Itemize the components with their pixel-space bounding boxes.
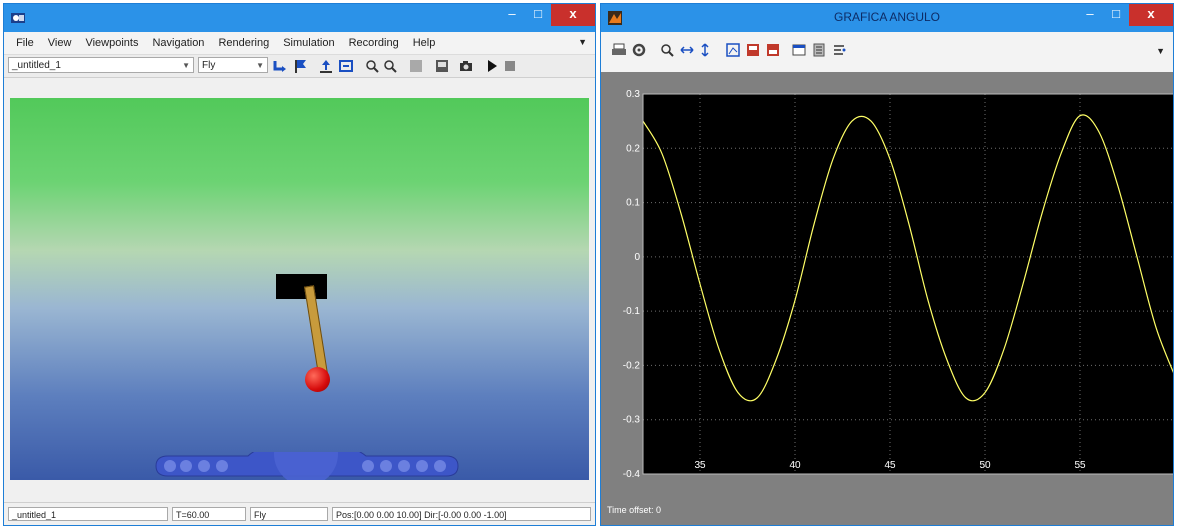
x-tick-label: 35: [694, 460, 706, 471]
status-time: T=60.00: [172, 507, 246, 521]
scope-toolbar: ▼: [601, 32, 1173, 72]
nav-mode-value: Fly: [202, 60, 216, 71]
menu-navigation[interactable]: Navigation: [145, 32, 211, 54]
y-tick-label: 0.2: [626, 143, 640, 154]
y-tick-label: -0.4: [623, 469, 641, 480]
vr-3d-viewport[interactable]: [10, 98, 589, 480]
y-tick-label: 0.1: [626, 198, 640, 209]
menu-view[interactable]: View: [41, 32, 79, 54]
x-tick-label: 40: [789, 460, 801, 471]
toolbar-overflow-icon[interactable]: ▼: [1156, 46, 1165, 56]
menu-simulation[interactable]: Simulation: [276, 32, 341, 54]
plot-background: [643, 94, 1173, 474]
pendulum-rod: [304, 285, 329, 380]
vr-app-icon: [11, 13, 25, 23]
save-frame-icon[interactable]: [434, 58, 450, 74]
zoom-out-icon[interactable]: [382, 58, 398, 74]
time-offset-label: Time offset:: [607, 505, 654, 515]
scope-body: 35 40 45 50 55 0.3 0.2 0.1 0 -0.1 -0.2 -0.3 -0.4 Tim…: [601, 72, 1173, 525]
navigation-panel[interactable]: [146, 452, 466, 480]
pendulum-pivot: [276, 274, 327, 299]
camera-icon[interactable]: [458, 58, 474, 74]
status-mode: Fly: [250, 507, 328, 521]
zoom-in-icon[interactable]: [364, 58, 380, 74]
status-position: Pos:[0.00 0.00 10.00] Dir:[-0.00 0.00 -1…: [332, 507, 591, 521]
minimize-button[interactable]: –: [499, 4, 525, 26]
maximize-button[interactable]: □: [1103, 4, 1129, 26]
zoom-y-icon[interactable]: [697, 42, 713, 58]
save-axes-settings-icon[interactable]: [745, 42, 761, 58]
menu-help[interactable]: Help: [406, 32, 443, 54]
vr-menu-bar: File View Viewpoints Navigation Rendering Sim…: [4, 32, 595, 55]
time-offset-readout: Time offset: 0: [607, 505, 661, 515]
scope-window: GRAFICA ANGULO – □ x ▼ 35 40 45 50 55 0.3 0.2 0…: [600, 3, 1174, 526]
vr-title-bar: – □ x: [4, 4, 595, 32]
world-combo-value: _untitled_1: [12, 60, 61, 71]
status-world: _untitled_1: [8, 507, 168, 521]
menu-file[interactable]: File: [9, 32, 41, 54]
y-tick-label: 0.3: [626, 89, 640, 100]
world-combo[interactable]: _untitled_1 ▼: [8, 57, 194, 73]
chevron-down-icon: ▼: [256, 61, 264, 70]
legend-icon[interactable]: [831, 42, 847, 58]
y-tick-label: 0: [634, 252, 640, 263]
headlight-icon[interactable]: [408, 58, 424, 74]
floating-scope-icon[interactable]: [791, 42, 807, 58]
y-tick-label: -0.3: [623, 415, 641, 426]
y-tick-label: -0.1: [623, 306, 641, 317]
x-tick-label: 50: [979, 460, 991, 471]
close-button[interactable]: x: [551, 4, 595, 26]
signal-selection-icon[interactable]: [811, 42, 827, 58]
chevron-down-icon: ▼: [182, 61, 190, 70]
scope-title-bar: GRAFICA ANGULO – □ x: [601, 4, 1173, 32]
stop-icon[interactable]: [502, 58, 518, 74]
return-viewpoint-icon[interactable]: [338, 58, 354, 74]
x-tick-label: 45: [884, 460, 896, 471]
menu-overflow-icon[interactable]: ▼: [578, 37, 587, 47]
close-button[interactable]: x: [1129, 4, 1173, 26]
undo-move-icon[interactable]: [272, 58, 288, 74]
minimize-button[interactable]: –: [1077, 4, 1103, 26]
menu-rendering[interactable]: Rendering: [211, 32, 276, 54]
play-icon[interactable]: [484, 58, 500, 74]
x-tick-label: 55: [1074, 460, 1086, 471]
straighten-up-icon[interactable]: [318, 58, 334, 74]
parameters-gear-icon[interactable]: [631, 42, 647, 58]
restore-axes-settings-icon[interactable]: [765, 42, 781, 58]
scope-plot[interactable]: 35 40 45 50 55 0.3 0.2 0.1 0 -0.1 -0.2 -0.3 -0.4: [601, 72, 1173, 526]
viewpoint-flag-icon[interactable]: [292, 58, 308, 74]
y-tick-label: -0.2: [623, 360, 641, 371]
vr-status-bar: _untitled_1 T=60.00 Fly Pos:[0.00 0.00 1…: [4, 502, 595, 525]
vr-toolbar: _untitled_1 ▼ Fly ▼: [4, 55, 595, 78]
vr-viewer-window: – □ x File View Viewpoints Navigation Render…: [3, 3, 596, 526]
nav-mode-combo[interactable]: Fly ▼: [198, 57, 268, 73]
maximize-button[interactable]: □: [525, 4, 551, 26]
pendulum-bob: [305, 367, 330, 392]
menu-viewpoints[interactable]: Viewpoints: [78, 32, 145, 54]
print-icon[interactable]: [611, 42, 627, 58]
zoom-x-icon[interactable]: [679, 42, 695, 58]
menu-recording[interactable]: Recording: [342, 32, 406, 54]
zoom-icon[interactable]: [659, 42, 675, 58]
autoscale-icon[interactable]: [725, 42, 741, 58]
time-offset-value: 0: [656, 505, 662, 515]
